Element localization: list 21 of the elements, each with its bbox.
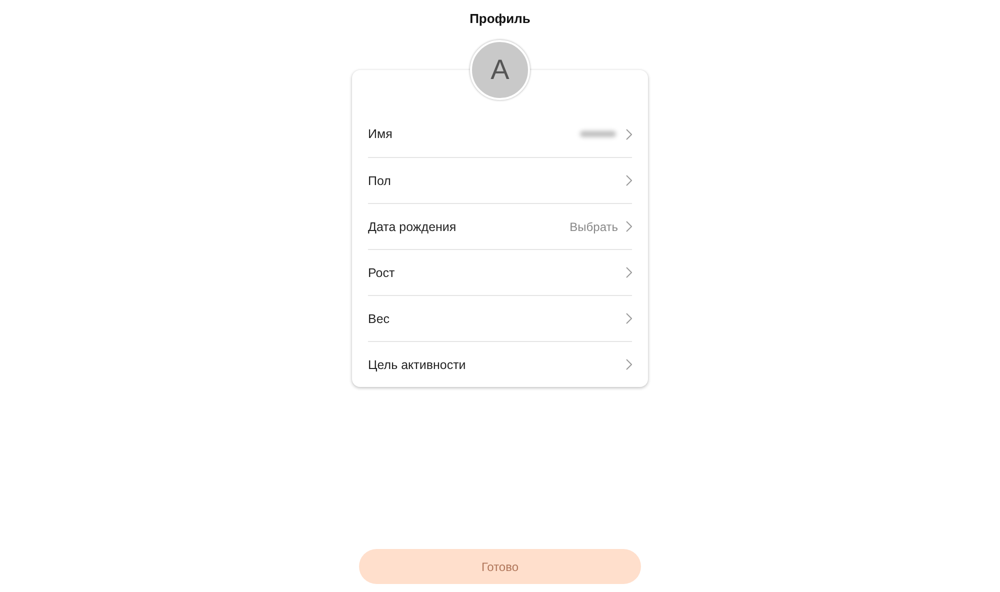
profile-row[interactable]: Вес — [368, 295, 632, 341]
field-label: Пол — [368, 174, 392, 188]
profile-row[interactable]: Имя — [368, 111, 632, 157]
field-value: Выбрать — [570, 220, 618, 234]
field-label: Вес — [368, 312, 391, 326]
field-label: Цель активности — [368, 358, 467, 372]
chevron-icon — [626, 128, 632, 140]
chevron-icon — [626, 175, 632, 186]
avatar[interactable]: A — [470, 40, 530, 100]
chevron-icon — [626, 221, 632, 232]
chevron-icon — [626, 313, 632, 324]
field-label: Рост — [368, 266, 396, 280]
profile-row[interactable]: Рост — [368, 249, 632, 295]
field-label: Дата рождения — [368, 220, 458, 234]
chevron-icon — [626, 267, 632, 278]
profile-row[interactable]: Пол — [368, 157, 632, 203]
profile-row[interactable]: Дата рождения Выбрать — [368, 203, 632, 249]
page-title: Профиль — [470, 11, 530, 27]
profile-row[interactable]: Цель активности — [368, 341, 632, 387]
field-label: Имя — [368, 127, 394, 141]
chevron-icon — [626, 359, 632, 370]
